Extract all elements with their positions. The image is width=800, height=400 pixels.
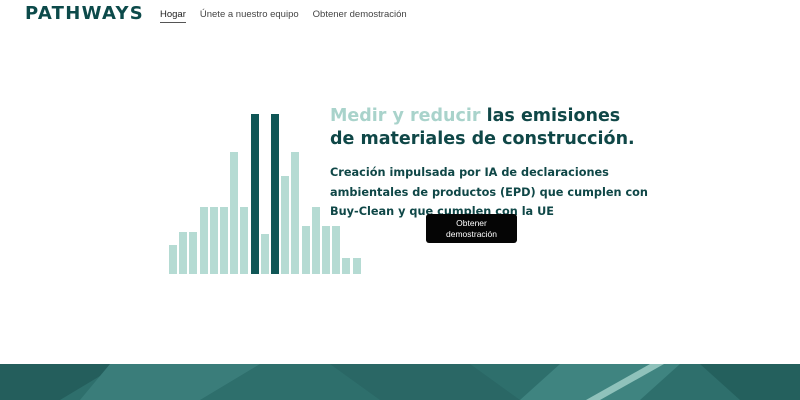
hero-subheadline: Creación impulsada por IA de declaracion… bbox=[330, 166, 648, 218]
graphic-bar bbox=[311, 207, 320, 274]
graphic-bar bbox=[220, 207, 228, 274]
graphic-bar bbox=[189, 232, 198, 274]
pathways-logo[interactable]: PATHWAYS bbox=[25, 3, 144, 24]
graphic-bar bbox=[352, 258, 361, 274]
graphic-bar bbox=[291, 152, 300, 274]
graphic-bar bbox=[250, 114, 259, 274]
main-nav: Hogar Únete a nuestro equipo Obtener dem… bbox=[160, 9, 407, 23]
hero-text: Medir y reducir las emisiones de materia… bbox=[330, 105, 650, 151]
graphic-bar bbox=[301, 226, 310, 274]
nav-item-join-team[interactable]: Únete a nuestro equipo bbox=[200, 9, 299, 23]
hero-headline: Medir y reducir las emisiones de materia… bbox=[330, 105, 650, 151]
site-header: PATHWAYS Hogar Únete a nuestro equipo Ob… bbox=[0, 0, 800, 34]
graphic-bar bbox=[240, 207, 249, 274]
footer-decorative-band bbox=[0, 364, 800, 400]
nav-item-home[interactable]: Hogar bbox=[160, 9, 186, 23]
headline-accent: Medir y reducir bbox=[330, 106, 481, 126]
graphic-bar bbox=[209, 207, 218, 274]
graphic-bar bbox=[322, 226, 330, 274]
graphic-bar bbox=[169, 245, 177, 274]
graphic-bar bbox=[332, 226, 341, 274]
graphic-bar bbox=[179, 232, 188, 274]
graphic-bar bbox=[230, 152, 239, 274]
graphic-bar bbox=[199, 207, 208, 274]
nav-item-get-demo[interactable]: Obtener demostración bbox=[313, 9, 407, 23]
graphic-bar bbox=[260, 234, 269, 274]
graphic-bar bbox=[271, 114, 279, 274]
graphic-bar bbox=[342, 258, 351, 274]
graphic-bar bbox=[281, 176, 290, 274]
get-demo-button[interactable]: Obtener demostración bbox=[426, 214, 517, 243]
